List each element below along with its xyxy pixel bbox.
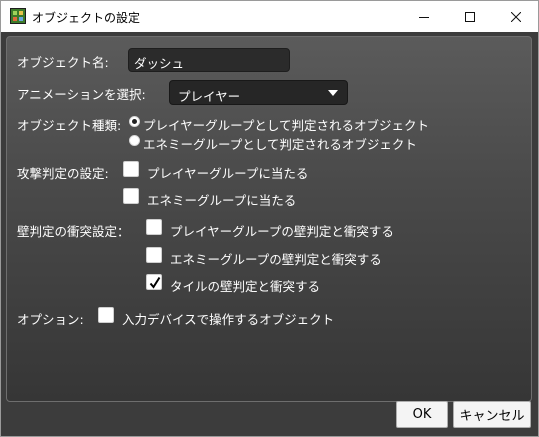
window-title: オブジェクトの設定 <box>32 11 141 25</box>
cancel-button[interactable]: キャンセル <box>453 401 531 428</box>
animation-select[interactable]: プレイヤー <box>169 80 348 105</box>
chevron-down-icon <box>328 90 338 96</box>
ok-button[interactable]: OK <box>396 401 448 428</box>
wall-tile-checkbox[interactable] <box>146 274 162 290</box>
radio-selected-dot <box>132 119 137 124</box>
minimize-button[interactable] <box>401 1 447 32</box>
wall-tile-label[interactable]: タイルの壁判定と衝突する <box>170 276 320 295</box>
attack-label: 攻撃判定の設定: <box>17 166 109 181</box>
object-type-option-label[interactable]: プレイヤーグループとして判定されるオブジェクト <box>143 115 429 134</box>
wall-enemy-checkbox[interactable] <box>146 247 162 263</box>
input-device-checkbox[interactable] <box>98 307 114 323</box>
input-device-label[interactable]: 入力デバイスで操作するオブジェクト <box>122 309 334 328</box>
app-icon <box>10 8 26 24</box>
animation-selected-value: プレイヤー <box>178 89 241 104</box>
options-label: オプション: <box>17 312 84 327</box>
minimize-icon <box>419 16 429 18</box>
attack-player-checkbox[interactable] <box>123 161 139 177</box>
object-type-radio-enemy[interactable] <box>129 135 140 146</box>
object-type-option-label[interactable]: エネミーグループとして判定されるオブジェクト <box>143 134 417 153</box>
attack-enemy-checkbox[interactable] <box>123 188 139 204</box>
object-type-radio-player[interactable] <box>129 116 140 127</box>
wall-player-label[interactable]: プレイヤーグループの壁判定と衝突する <box>170 221 394 240</box>
object-type-label: オブジェクト種類: <box>17 118 122 133</box>
object-name-label: オブジェクト名: <box>17 55 109 70</box>
checkmark-icon <box>149 276 161 289</box>
wall-player-checkbox[interactable] <box>146 219 162 235</box>
wall-enemy-label[interactable]: エネミーグループの壁判定と衝突する <box>170 249 382 268</box>
object-name-input[interactable]: ダッシュ <box>128 48 290 72</box>
object-settings-window: オブジェクトの設定 オブジェクト名: ダッシュ アニメーションを選択: プレイヤ… <box>0 0 539 437</box>
dialog-body: オブジェクト名: ダッシュ アニメーションを選択: プレイヤー オブジェクト種類… <box>1 32 538 436</box>
maximize-button[interactable] <box>447 1 493 32</box>
wall-label: 壁判定の衝突設定： <box>17 224 130 239</box>
animation-label: アニメーションを選択: <box>17 87 146 102</box>
close-button[interactable] <box>493 1 539 32</box>
title-bar: オブジェクトの設定 <box>1 1 538 32</box>
attack-enemy-label[interactable]: エネミーグループに当たる <box>147 190 296 209</box>
object-name-value: ダッシュ <box>134 56 185 71</box>
attack-player-label[interactable]: プレイヤーグループに当たる <box>147 163 308 182</box>
close-icon <box>511 11 521 22</box>
settings-panel: オブジェクト名: ダッシュ アニメーションを選択: プレイヤー オブジェクト種類… <box>6 36 532 402</box>
maximize-icon <box>465 11 475 22</box>
